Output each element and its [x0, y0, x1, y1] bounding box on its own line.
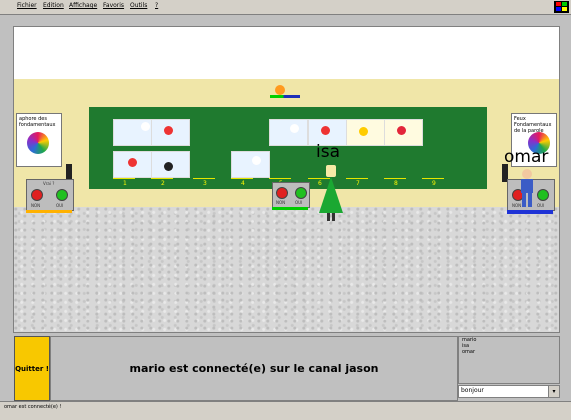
- message-text: mario est connecté(e) sur le canal jason: [129, 362, 379, 375]
- slot-7-label: 7: [356, 180, 360, 187]
- avatar-omar-name: omar: [504, 147, 549, 167]
- no-label-center: NON: [276, 200, 286, 205]
- slot-1-label: 1: [123, 180, 127, 187]
- board-thumb-8[interactable]: [151, 151, 190, 178]
- board-thumb-7[interactable]: [113, 151, 152, 178]
- chat-input[interactable]: [459, 386, 547, 395]
- chevron-down-icon[interactable]: ▾: [548, 386, 559, 397]
- slot-2-label: 2: [161, 180, 165, 187]
- board-thumb-9[interactable]: [231, 151, 270, 178]
- status-text: omar est connecté(e) !: [4, 404, 62, 410]
- yes-label-center: OUI: [295, 200, 303, 205]
- slot-3-label: 3: [203, 180, 207, 187]
- yes-label-left: OUI: [56, 203, 64, 208]
- scene-ceiling: [14, 27, 559, 87]
- orb-indicator-icon: [275, 85, 285, 95]
- menu-edition[interactable]: Edition: [43, 2, 64, 9]
- menu-affichage[interactable]: Affichage: [69, 2, 97, 9]
- user-list[interactable]: mario isa omar: [458, 336, 560, 384]
- board-thumb-6[interactable]: [384, 119, 423, 146]
- answer-panel-center: NON OUI: [272, 182, 310, 208]
- scene-viewport[interactable]: aphore des fondamentaux Feux Fondamentau…: [13, 26, 560, 333]
- yes-button-left[interactable]: [56, 189, 68, 201]
- slot-4-label: 4: [241, 180, 245, 187]
- menu-fichier[interactable]: Fichier: [17, 2, 37, 9]
- board-thumb-2[interactable]: [151, 119, 190, 146]
- poster-left: aphore des fondamentaux: [16, 113, 62, 167]
- panel-left-base: [26, 210, 72, 213]
- menu-help[interactable]: ?: [155, 2, 158, 9]
- menu-bar: Fichier Edition Affichage Favoris Outils…: [0, 0, 571, 15]
- menu-favoris[interactable]: Favoris: [103, 2, 124, 9]
- panel-center-base: [272, 207, 308, 210]
- avatar-isa[interactable]: [319, 165, 343, 223]
- board-thumb-5[interactable]: [346, 119, 385, 146]
- slot-9-label: 9: [432, 180, 436, 187]
- panel-right-base: [507, 210, 553, 214]
- chat-combobox[interactable]: ▾: [458, 385, 560, 398]
- no-button-left[interactable]: [31, 189, 43, 201]
- yes-button-right[interactable]: [537, 189, 549, 201]
- board-thumb-3[interactable]: [269, 119, 308, 146]
- menu-outils[interactable]: Outils: [130, 2, 147, 9]
- yes-button-center[interactable]: [295, 187, 307, 199]
- yes-label-right: OUI: [537, 203, 545, 208]
- board-thumb-1[interactable]: [113, 119, 152, 146]
- no-button-center[interactable]: [276, 187, 288, 199]
- no-label-left: NON: [31, 203, 41, 208]
- poster-left-logo-icon: [27, 132, 49, 154]
- avatar-omar[interactable]: [519, 169, 535, 209]
- slot-8-label: 8: [394, 180, 398, 187]
- quit-button[interactable]: Quitter !: [14, 336, 50, 401]
- message-panel: mario est connecté(e) sur le canal jason: [50, 336, 458, 401]
- user-list-item[interactable]: omar: [459, 349, 559, 355]
- poster-right-text: Feux Fondamentaux de la parole: [514, 116, 552, 134]
- windows-logo-icon: [554, 1, 569, 13]
- picture-board: 1 2 3 4 5 6 7 8 9: [89, 107, 487, 189]
- quit-button-label: Quitter !: [15, 364, 49, 373]
- avatar-isa-name: isa: [316, 142, 340, 162]
- answer-panel-left-head: Vrai ?: [43, 181, 55, 186]
- status-bar: omar est connecté(e) !: [0, 401, 571, 420]
- scene-floor: [14, 207, 559, 332]
- orb-indicator-bar: [270, 95, 300, 98]
- poster-left-text: aphore des fondamentaux: [19, 116, 56, 128]
- answer-panel-left: Vrai ? NON OUI: [26, 179, 74, 211]
